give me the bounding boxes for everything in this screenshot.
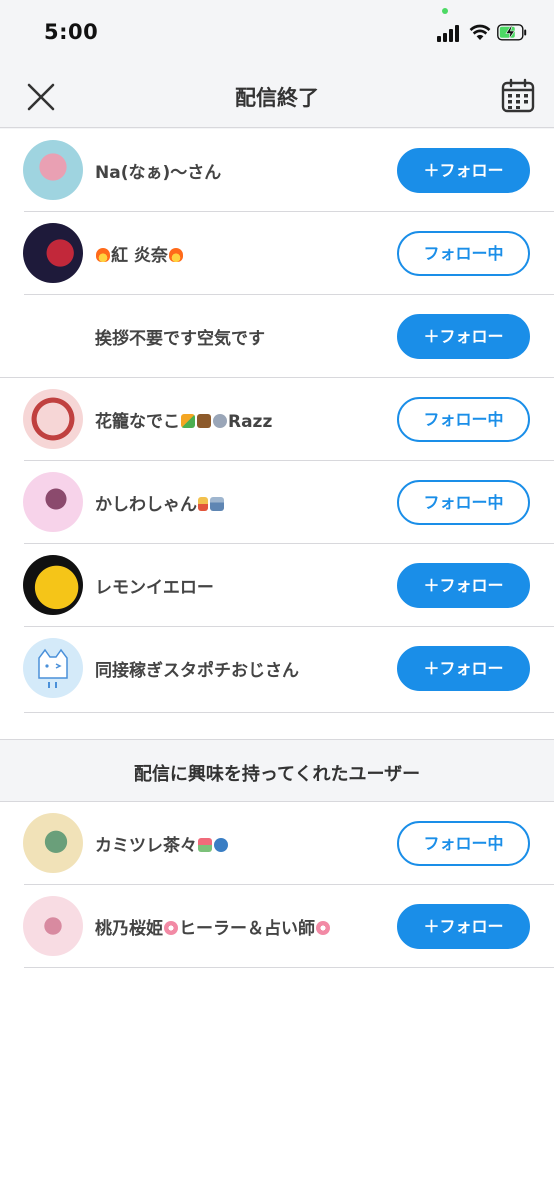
list-item: 同接稼ぎスタポチおじさん ＋フォロー xyxy=(0,627,554,713)
username: 花籠なでこ Razz xyxy=(95,412,273,432)
avatar[interactable] xyxy=(23,472,83,532)
sakura-emoji-icon xyxy=(316,921,330,935)
follow-button[interactable]: ＋フォロー xyxy=(397,314,530,359)
avatar[interactable] xyxy=(23,306,83,366)
username: Na(なぁ)〜さん xyxy=(95,163,222,183)
following-button[interactable]: フォロー中 xyxy=(397,397,530,442)
following-button[interactable]: フォロー中 xyxy=(397,231,530,276)
food-emoji-icon xyxy=(198,497,208,511)
avatar[interactable] xyxy=(23,813,83,873)
fire-emoji-icon xyxy=(168,248,183,262)
list-item: かしわしゃん フォロー中 xyxy=(0,461,554,544)
username: レモンイエロー xyxy=(95,578,214,598)
username: 桃乃桜姫 ヒーラー＆占い師 xyxy=(95,914,331,939)
list-item: 紅 炎奈 フォロー中 xyxy=(0,212,554,295)
section-title: 配信に興味を持ってくれたユーザー xyxy=(133,764,421,785)
list-item: 桃乃桜姫 ヒーラー＆占い師 ＋フォロー xyxy=(0,885,554,968)
battery-charging-icon xyxy=(497,24,527,41)
section-header: 配信に興味を持ってくれたユーザー xyxy=(0,739,554,802)
list-item: Na(なぁ)〜さん ＋フォロー xyxy=(0,129,554,212)
cat-face-icon xyxy=(38,648,68,688)
username: かしわしゃん xyxy=(95,490,225,515)
following-button[interactable]: フォロー中 xyxy=(397,480,530,525)
username: 紅 炎奈 xyxy=(95,241,184,266)
sakura-emoji-icon xyxy=(164,921,178,935)
basket-emoji-icon xyxy=(197,414,211,428)
interested-user-list: カミツレ茶々 フォロー中 桃乃桜姫 ヒーラー＆占い師 ＋フォロー xyxy=(0,802,554,1199)
navigation-bar: 配信終了 xyxy=(0,66,554,128)
wifi-icon xyxy=(469,24,491,40)
privacy-indicator-dot xyxy=(442,8,448,14)
avatar[interactable] xyxy=(23,896,83,956)
bouquet-emoji-icon xyxy=(181,414,195,428)
rabbit-emoji-icon xyxy=(213,414,227,428)
follow-button[interactable]: ＋フォロー xyxy=(397,646,530,691)
signal-icon xyxy=(437,24,463,42)
avatar[interactable] xyxy=(23,555,83,615)
status-bar: 5:00 xyxy=(0,0,554,66)
avatar[interactable] xyxy=(23,389,83,449)
following-button[interactable]: フォロー中 xyxy=(397,821,530,866)
list-item: 挨拶不要です空気です ＋フォロー xyxy=(0,295,554,378)
follow-button[interactable]: ＋フォロー xyxy=(397,904,530,949)
avatar[interactable] xyxy=(23,140,83,200)
viewer-list: Na(なぁ)〜さん ＋フォロー 紅 炎奈 フォロー中 挨拶不要です空気です ＋フ… xyxy=(0,129,554,739)
follow-button[interactable]: ＋フォロー xyxy=(397,148,530,193)
page-title: 配信終了 xyxy=(235,86,319,110)
list-item: 花籠なでこ Razz フォロー中 xyxy=(0,378,554,461)
list-item: レモンイエロー ＋フォロー xyxy=(0,544,554,627)
username: カミツレ茶々 xyxy=(95,831,229,856)
calendar-icon[interactable] xyxy=(500,78,536,114)
fire-emoji-icon xyxy=(96,248,110,262)
bottle-emoji-icon xyxy=(210,497,224,511)
follow-button[interactable]: ＋フォロー xyxy=(397,563,530,608)
avatar[interactable] xyxy=(23,638,83,698)
teapot-emoji-icon xyxy=(214,838,228,852)
flower-pot-emoji-icon xyxy=(198,838,212,852)
username: 挨拶不要です空気です xyxy=(95,329,265,349)
username: 同接稼ぎスタポチおじさん xyxy=(95,661,299,681)
list-item: カミツレ茶々 フォロー中 xyxy=(0,802,554,885)
status-time: 5:00 xyxy=(44,20,99,44)
avatar[interactable] xyxy=(23,223,83,283)
